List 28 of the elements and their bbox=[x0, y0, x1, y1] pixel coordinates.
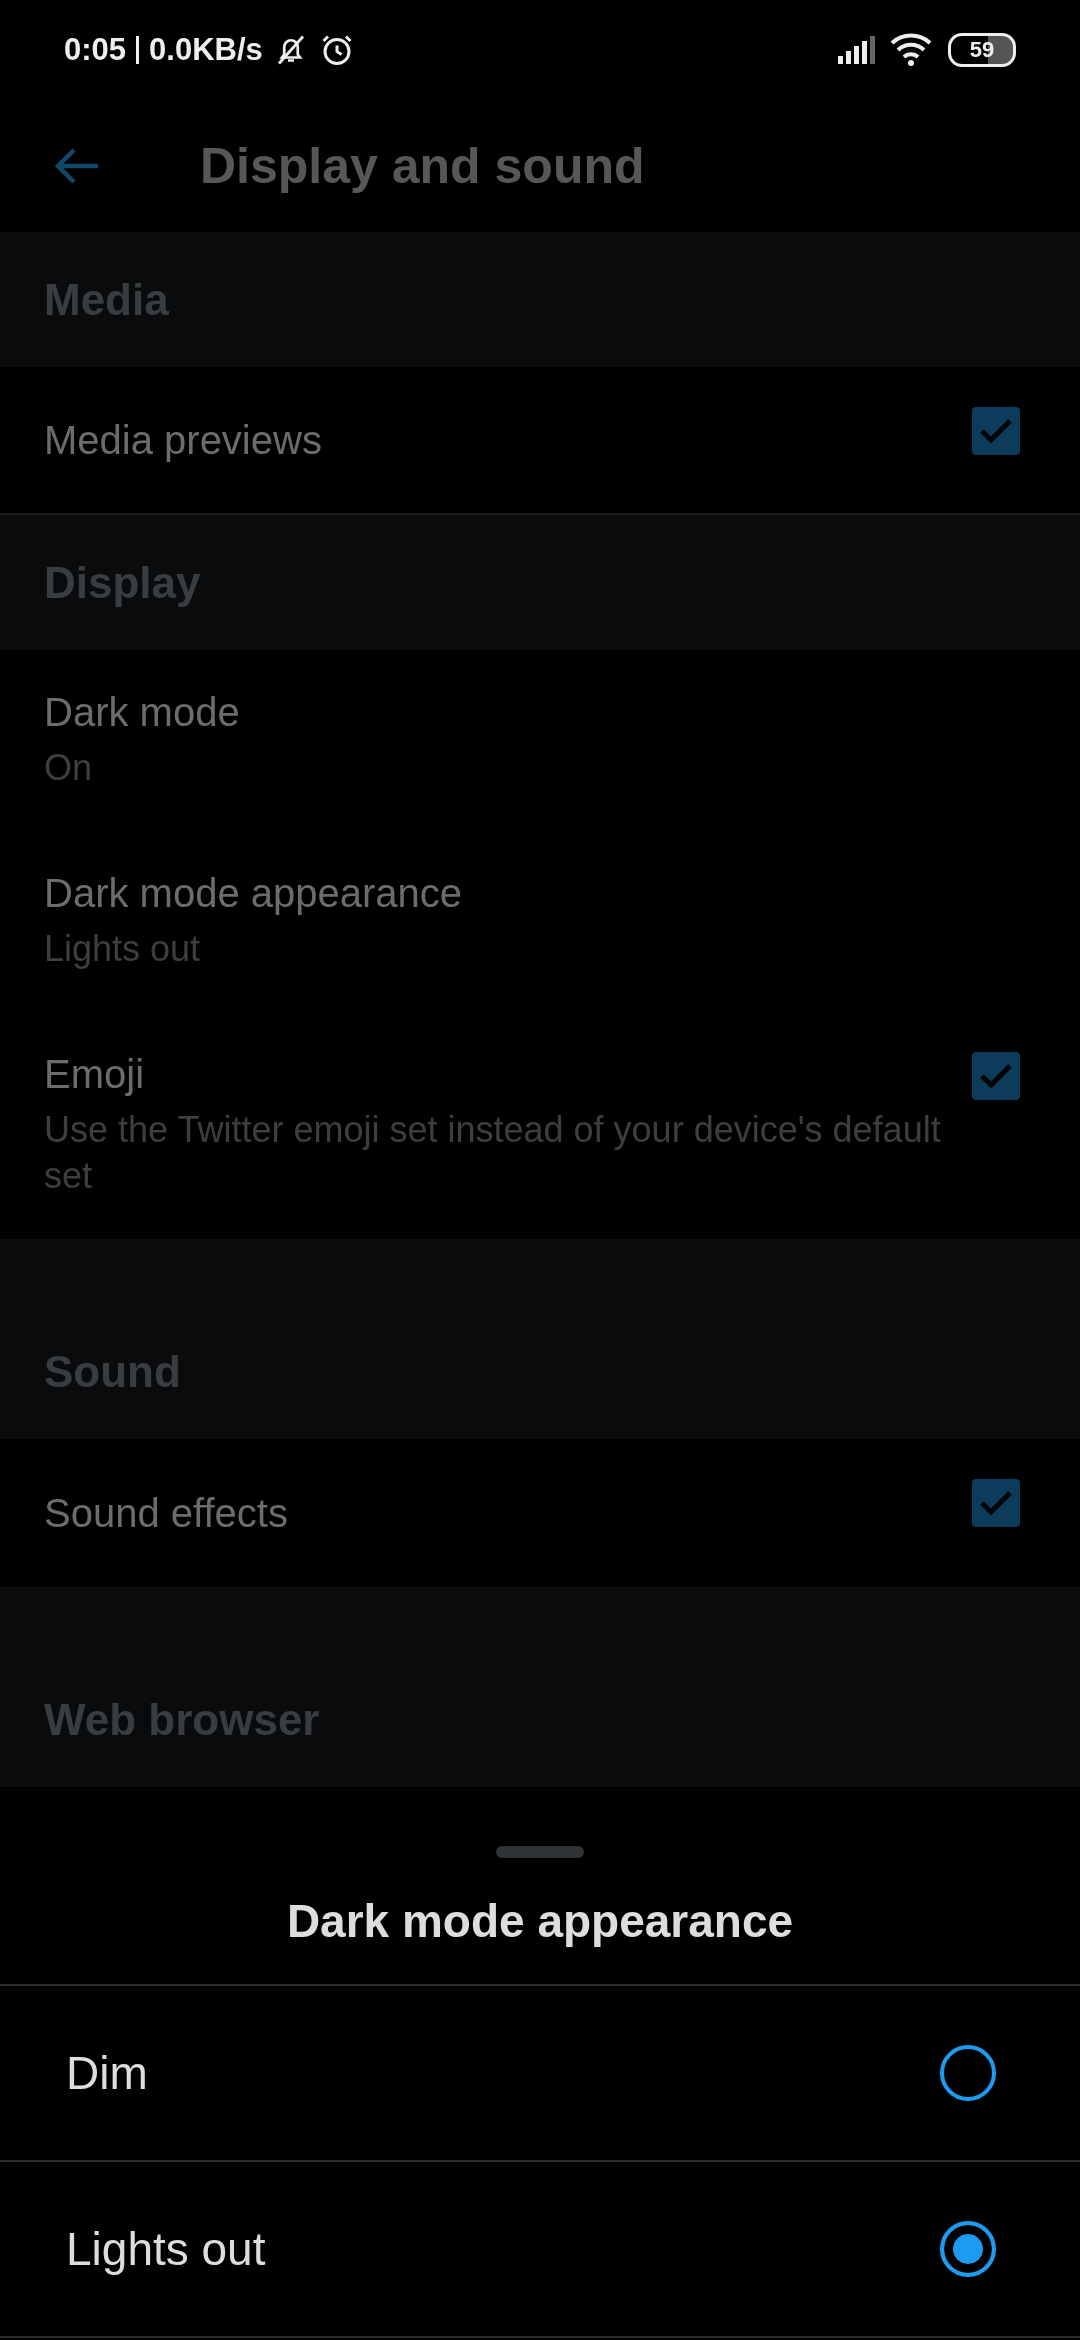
screen-title: Display and sound bbox=[200, 137, 645, 195]
item-title: Media previews bbox=[44, 417, 323, 463]
settings-item[interactable]: Emoji Use the Twitter emoji set instead of your device's default set bbox=[0, 1012, 1080, 1239]
item-title: Sound effects bbox=[44, 1490, 289, 1536]
checkbox[interactable] bbox=[972, 1479, 1020, 1527]
settings-item[interactable]: Sound effects bbox=[0, 1439, 1080, 1587]
network-speed: 0.0KB/s bbox=[149, 32, 263, 68]
radio-button[interactable] bbox=[940, 2221, 996, 2277]
settings-item[interactable]: Dark mode appearance Lights out bbox=[0, 831, 1080, 1012]
item-title: Dark mode appearance bbox=[44, 871, 464, 916]
checkbox[interactable] bbox=[972, 407, 1020, 455]
item-title: Dark mode bbox=[44, 690, 241, 735]
battery-indicator: 59 bbox=[948, 33, 1016, 67]
back-arrow-icon[interactable] bbox=[54, 146, 100, 186]
wifi-icon bbox=[890, 33, 934, 67]
status-time: 0:05 bbox=[64, 32, 127, 68]
item-subtitle: Lights out bbox=[44, 927, 202, 971]
settings-item[interactable]: Dark mode On bbox=[0, 650, 1080, 831]
sheet-title: Dark mode appearance bbox=[0, 1858, 1080, 1986]
signal-icon bbox=[836, 36, 876, 64]
item-subtitle: On bbox=[44, 746, 94, 790]
checkbox[interactable] bbox=[972, 1052, 1020, 1100]
item-subtitle: Use the Twitter emoji set instead of your device's default set bbox=[44, 1108, 942, 1198]
option-item[interactable]: Lights out bbox=[0, 2162, 1080, 2338]
drag-handle[interactable] bbox=[496, 1846, 584, 1858]
radio-button[interactable] bbox=[940, 2045, 996, 2101]
option-item[interactable]: Dim bbox=[0, 1986, 1080, 2162]
item-title: Emoji bbox=[44, 1052, 146, 1097]
